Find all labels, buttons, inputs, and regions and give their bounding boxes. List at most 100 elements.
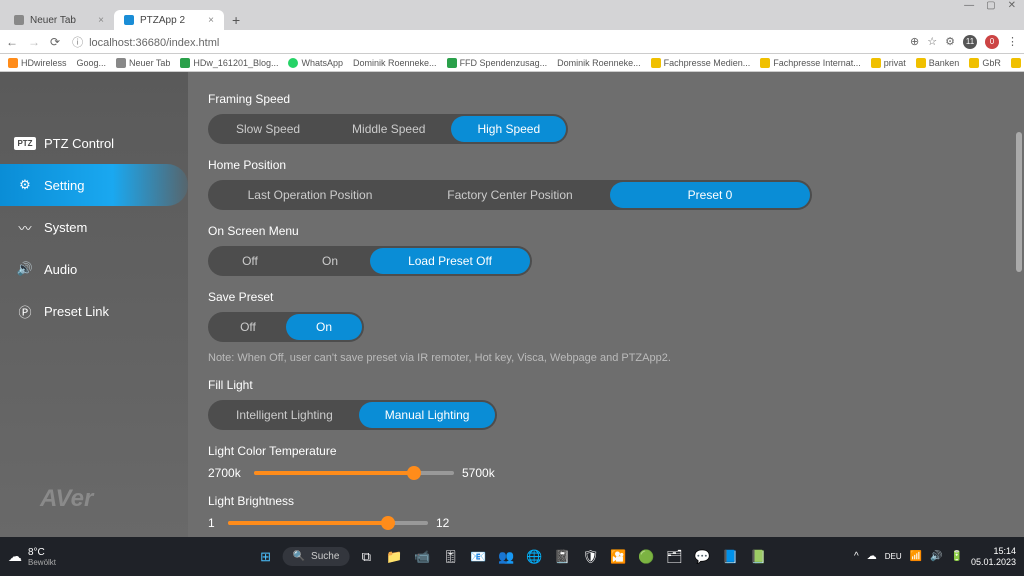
back-button[interactable]: ← — [6, 35, 18, 49]
sidebar-item-audio[interactable]: 🔊Audio — [0, 248, 188, 290]
aver-logo: AVer — [40, 485, 93, 513]
tab-neuer-tab[interactable]: Neuer Tab × — [4, 10, 114, 30]
explorer-icon[interactable]: 📁 — [383, 546, 405, 568]
onenote-icon[interactable]: 📓 — [551, 546, 573, 568]
seg-last-operation[interactable]: Last Operation Position — [210, 182, 410, 208]
sidebar-item-label: PTZ Control — [44, 136, 114, 151]
bookmark[interactable]: SVFD — [1011, 58, 1024, 68]
max-button[interactable]: ▢ — [986, 0, 995, 11]
forward-button[interactable]: → — [28, 35, 40, 49]
search-icon[interactable]: ⊕ — [910, 35, 919, 48]
sidebar-item-preset-link[interactable]: ⓅPreset Link — [0, 290, 188, 332]
bookmark[interactable]: Neuer Tab — [116, 58, 170, 68]
brightness-slider-row: 1 12 — [208, 516, 1004, 530]
pulse-icon: 〰 — [16, 218, 34, 236]
close-icon[interactable]: × — [98, 15, 104, 26]
seg-factory-center[interactable]: Factory Center Position — [410, 182, 610, 208]
seg-slow-speed[interactable]: Slow Speed — [210, 116, 326, 142]
chat-icon[interactable]: 💬 — [691, 546, 713, 568]
chrome-icon[interactable]: 🟢 — [635, 546, 657, 568]
new-tab-button[interactable]: + — [224, 12, 248, 28]
task-view-icon[interactable]: ⧉ — [355, 546, 377, 568]
bookmark[interactable]: HDwireless — [8, 58, 67, 68]
seg-save-on[interactable]: On — [286, 314, 362, 340]
bookmark[interactable]: FFD Spendenzusag... — [447, 58, 548, 68]
extension-badge-2[interactable]: 0 — [985, 35, 999, 49]
weather-widget[interactable]: ☁ 8°C Bewölkt — [8, 547, 56, 567]
close-button[interactable]: ✕ — [1008, 0, 1016, 11]
outlook-icon[interactable]: 📧 — [467, 546, 489, 568]
seg-high-speed[interactable]: High Speed — [451, 116, 566, 142]
seg-load-preset-off[interactable]: Load Preset Off — [370, 248, 530, 274]
slider-thumb[interactable] — [407, 466, 421, 480]
translate-icon[interactable]: ⚙ — [945, 35, 955, 48]
zoom-icon[interactable]: 🎦 — [607, 546, 629, 568]
home-position-label: Home Position — [208, 158, 1004, 172]
bookmark[interactable]: Fachpresse Medien... — [651, 58, 751, 68]
chevron-up-icon[interactable]: ^ — [854, 551, 859, 562]
min-button[interactable]: — — [964, 0, 974, 11]
tab-label: Neuer Tab — [30, 15, 76, 26]
bookmark[interactable]: Dominik Roenneke... — [557, 58, 641, 68]
bookmark[interactable]: Banken — [916, 58, 960, 68]
wifi-icon[interactable]: 📶 — [910, 551, 922, 562]
cloud-icon: ☁ — [8, 548, 22, 565]
bookmark[interactable]: Dominik Roenneke... — [353, 58, 437, 68]
close-icon[interactable]: × — [208, 15, 214, 26]
seg-osm-on[interactable]: On — [290, 248, 370, 274]
folder-icon — [916, 58, 926, 68]
bookmark[interactable]: Goog... — [77, 58, 107, 68]
extension-badge[interactable]: 11 — [963, 35, 977, 49]
excel-icon[interactable]: 📗 — [747, 546, 769, 568]
seg-save-off[interactable]: Off — [210, 314, 286, 340]
color-temp-slider[interactable] — [254, 471, 454, 475]
videolan-icon[interactable]: 📹 — [411, 546, 433, 568]
bookmark[interactable]: privat — [871, 58, 906, 68]
language-indicator[interactable]: DEU — [885, 552, 902, 561]
volume-icon[interactable]: 🔊 — [930, 551, 942, 562]
bookmark[interactable]: Fachpresse Internat... — [760, 58, 861, 68]
word-icon[interactable]: 📘 — [719, 546, 741, 568]
seg-middle-speed[interactable]: Middle Speed — [326, 116, 451, 142]
menu-button[interactable]: ⋮ — [1007, 35, 1018, 48]
sidebar-item-setting[interactable]: ⚙Setting — [0, 164, 188, 206]
slider-thumb[interactable] — [381, 516, 395, 530]
filezilla-icon[interactable]: 🗂 — [663, 546, 685, 568]
fill-light-label: Fill Light — [208, 378, 1004, 392]
onedrive-icon[interactable]: ☁ — [867, 551, 877, 562]
url-input[interactable]: ⓘlocalhost:36680/index.html — [72, 34, 910, 50]
scrollbar-thumb[interactable] — [1016, 132, 1022, 272]
color-temp-slider-row: 2700k 5700k — [208, 466, 1004, 480]
seg-intelligent-lighting[interactable]: Intelligent Lighting — [210, 402, 359, 428]
framing-speed-label: Framing Speed — [208, 92, 1004, 106]
av-icon[interactable]: 🛡 — [579, 546, 601, 568]
reload-button[interactable]: ⟳ — [50, 35, 60, 49]
brightness-label: Light Brightness — [208, 494, 1004, 508]
clock[interactable]: 15:14 05.01.2023 — [971, 546, 1016, 568]
sidebar-item-system[interactable]: 〰System — [0, 206, 188, 248]
edge-icon[interactable]: 🌐 — [523, 546, 545, 568]
sidebar-item-label: Preset Link — [44, 304, 109, 319]
gear-icon: ⚙ — [16, 176, 34, 194]
share-icon[interactable]: ☆ — [927, 35, 937, 48]
teams-icon[interactable]: 👥 — [495, 546, 517, 568]
brightness-slider[interactable] — [228, 521, 428, 525]
framing-speed-segmented: Slow Speed Middle Speed High Speed — [208, 114, 568, 144]
bookmark[interactable]: WhatsApp — [288, 58, 343, 68]
seg-preset-0[interactable]: Preset 0 — [610, 182, 810, 208]
folder-icon — [760, 58, 770, 68]
start-button[interactable]: ⊞ — [255, 546, 277, 568]
seg-osm-off[interactable]: Off — [210, 248, 290, 274]
sidebar-item-ptz-control[interactable]: PTZPTZ Control — [0, 122, 188, 164]
bookmark[interactable]: HDw_161201_Blog... — [180, 58, 278, 68]
nav-controls: ← → ⟳ — [6, 35, 60, 49]
taskbar-search[interactable]: 🔍Suche — [283, 547, 350, 566]
tab-ptzapp2[interactable]: PTZApp 2× — [114, 10, 224, 30]
browser-tabs: Neuer Tab × PTZApp 2× + — [0, 10, 1024, 30]
color-temp-label: Light Color Temperature — [208, 444, 1004, 458]
app-icon[interactable]: 🎚 — [439, 546, 461, 568]
bookmark[interactable]: GbR — [969, 58, 1001, 68]
seg-manual-lighting[interactable]: Manual Lighting — [359, 402, 496, 428]
slider-fill — [228, 521, 388, 525]
battery-icon[interactable]: 🔋 — [951, 551, 963, 562]
